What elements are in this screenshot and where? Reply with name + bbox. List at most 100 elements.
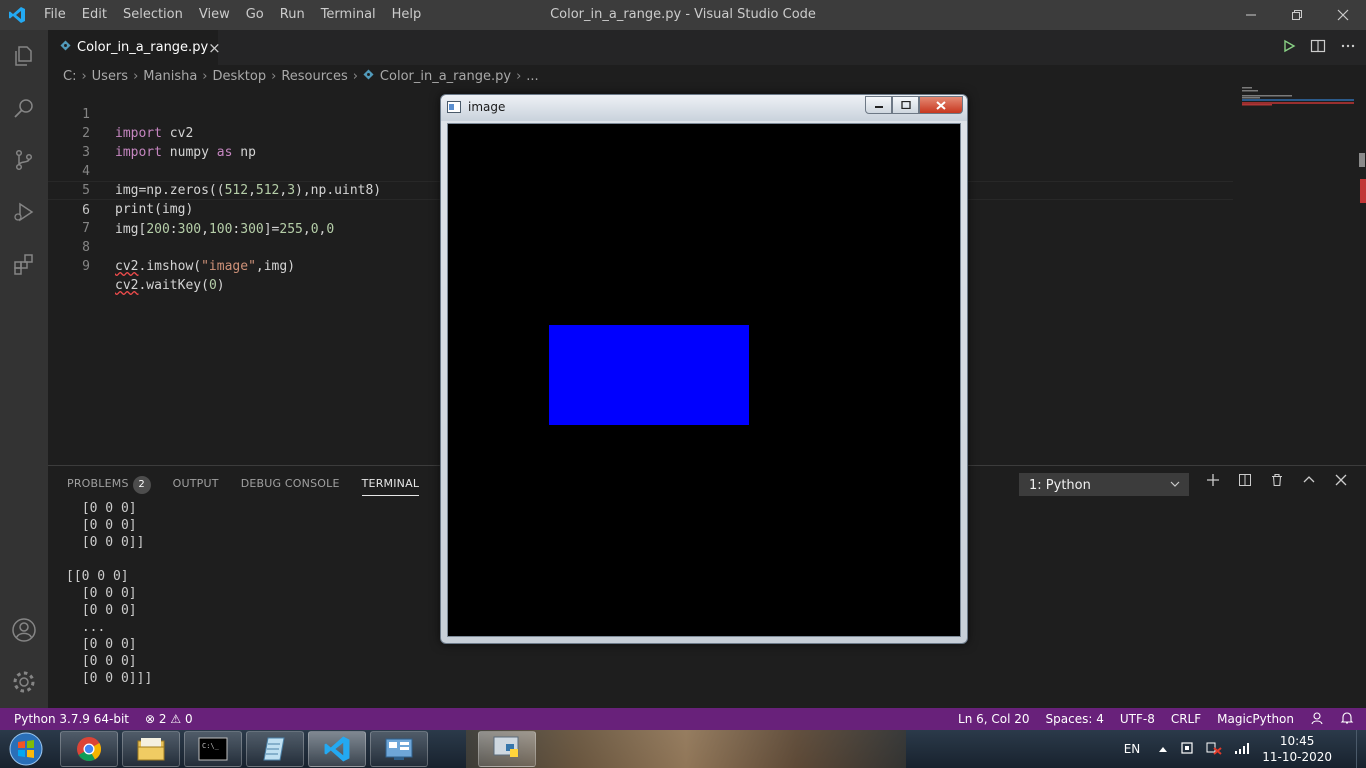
clock-date: 11-10-2020 (1262, 750, 1332, 764)
indentation-status[interactable]: Spaces: 4 (1046, 712, 1104, 726)
opencv-window-title: image (468, 100, 506, 114)
menu-terminal[interactable]: Terminal (313, 0, 384, 30)
new-terminal-icon[interactable] (1204, 473, 1222, 491)
split-terminal-icon[interactable] (1236, 473, 1254, 491)
device-icon[interactable] (1180, 741, 1194, 758)
more-actions-icon[interactable] (1340, 38, 1356, 58)
terminal-line: [0 0 0] (74, 603, 137, 618)
chevron-right-icon: › (133, 68, 139, 84)
terminal-selector[interactable]: 1: Python (1019, 473, 1189, 496)
breadcrumb-resources[interactable]: Resources (281, 69, 347, 84)
python-interpreter-status[interactable]: Python 3.7.9 64-bit (14, 712, 129, 726)
breadcrumb-manisha[interactable]: Manisha (143, 69, 197, 84)
eol-status[interactable]: CRLF (1171, 712, 1201, 726)
tab-output[interactable]: OUTPUT (173, 476, 219, 496)
chrome-icon (77, 737, 102, 762)
taskbar-vscode[interactable] (308, 731, 366, 767)
tab-color-in-a-range[interactable]: Color_in_a_range.py × (48, 30, 221, 65)
search-icon[interactable] (0, 82, 48, 134)
menu-go[interactable]: Go (238, 0, 272, 30)
extensions-icon[interactable] (0, 238, 48, 290)
terminal-line: [0 0 0] (74, 586, 137, 601)
input-language[interactable]: EN (1124, 742, 1141, 756)
opencv-close-button[interactable] (919, 96, 963, 114)
terminal-line: [0 0 0] (74, 501, 137, 516)
run-file-icon[interactable] (1282, 39, 1296, 57)
breadcrumb-users[interactable]: Users (92, 69, 128, 84)
tab-problems[interactable]: PROBLEMS 2 (67, 476, 151, 496)
start-button[interactable] (4, 731, 48, 767)
encoding-status[interactable]: UTF-8 (1120, 712, 1155, 726)
error-icon: ⊗ (145, 712, 156, 726)
terminal-selector-value: 1: Python (1029, 478, 1091, 493)
minimize-button[interactable] (1228, 0, 1274, 30)
terminal-line: [0 0 0]]] (74, 671, 153, 686)
cursor-position-status[interactable]: Ln 6, Col 20 (958, 712, 1030, 726)
terminal-line: [[0 0 0] (66, 569, 129, 584)
notifications-bell-icon[interactable] (1340, 711, 1354, 728)
menu-edit[interactable]: Edit (74, 0, 115, 30)
terminal-line: [0 0 0] (74, 654, 137, 669)
taskbar-file-explorer[interactable] (122, 731, 180, 767)
editor-scrollbar[interactable] (1358, 87, 1366, 465)
taskbar-python[interactable] (478, 731, 536, 767)
vscode-logo-icon (0, 0, 34, 30)
breadcrumb-drive[interactable]: C: (63, 69, 76, 84)
breadcrumb-symbols[interactable]: ... (526, 69, 538, 84)
trash-icon[interactable] (1268, 473, 1286, 491)
opencv-image-window[interactable]: image (440, 94, 968, 644)
chevron-right-icon: › (81, 68, 87, 84)
menu-view[interactable]: View (191, 0, 238, 30)
control-panel-icon (385, 738, 413, 760)
network-warning-icon[interactable] (1206, 741, 1222, 758)
code-text: cv2.imshow("image",img) (115, 259, 296, 274)
split-editor-icon[interactable] (1310, 38, 1326, 58)
opencv-title-bar[interactable]: image (441, 95, 967, 121)
close-tab-icon[interactable]: × (208, 39, 221, 57)
breadcrumb-desktop[interactable]: Desktop (213, 69, 267, 84)
settings-gear-icon[interactable] (0, 656, 48, 708)
taskbar-command-prompt[interactable]: C:\_ (184, 731, 242, 767)
menu-run[interactable]: Run (272, 0, 313, 30)
show-desktop-button[interactable] (1356, 730, 1366, 768)
python-file-icon (60, 40, 71, 55)
show-hidden-icons-icon[interactable] (1158, 742, 1168, 756)
restore-button[interactable] (1274, 0, 1320, 30)
accounts-icon[interactable] (0, 604, 48, 656)
minimap[interactable] (1242, 87, 1354, 117)
signal-strength-icon[interactable] (1234, 742, 1250, 757)
breadcrumb: C: › Users › Manisha › Desktop › Resources › … (48, 65, 1366, 87)
taskbar-chrome[interactable] (60, 731, 118, 767)
explorer-icon[interactable] (0, 30, 48, 82)
terminal-output[interactable]: [0 0 0] [0 0 0] [0 0 0]] [[0 0 0] [0 0 0]… (66, 500, 153, 687)
language-mode-status[interactable]: MagicPython (1217, 712, 1294, 726)
svg-text:C:\_: C:\_ (202, 742, 220, 750)
opencv-maximize-button[interactable] (892, 96, 919, 114)
clock[interactable]: 10:45 11-10-2020 (1262, 733, 1332, 765)
taskbar-control-panel[interactable] (370, 731, 428, 767)
tab-debug-console[interactable]: DEBUG CONSOLE (241, 476, 340, 496)
tab-terminal[interactable]: TERMINAL (361, 476, 420, 496)
taskbar-notepad[interactable] (246, 731, 304, 767)
chevron-right-icon: › (271, 68, 277, 84)
breadcrumb-file[interactable]: Color_in_a_range.py (380, 69, 511, 84)
source-control-icon[interactable] (0, 134, 48, 186)
code-text: cv2.waitKey(0) (115, 278, 225, 293)
maximize-panel-icon[interactable] (1300, 473, 1318, 491)
problems-status[interactable]: ⊗ 2 ⚠ 0 (145, 712, 193, 726)
clock-time: 10:45 (1279, 734, 1315, 748)
terminal-line: ... (74, 620, 106, 635)
menu-file[interactable]: File (36, 0, 74, 30)
folder-icon (137, 738, 165, 761)
feedback-icon[interactable] (1310, 711, 1324, 728)
close-window-button[interactable] (1320, 0, 1366, 30)
line-number: 9 (82, 259, 90, 274)
menu-selection[interactable]: Selection (115, 0, 191, 30)
chevron-right-icon: › (202, 68, 208, 84)
run-debug-icon[interactable] (0, 186, 48, 238)
menu-help[interactable]: Help (384, 0, 430, 30)
title-bar: File Edit Selection View Go Run Terminal… (0, 0, 1366, 30)
close-panel-icon[interactable] (1332, 473, 1350, 491)
opencv-minimize-button[interactable] (865, 96, 892, 114)
terminal-line: [0 0 0] (74, 518, 137, 533)
